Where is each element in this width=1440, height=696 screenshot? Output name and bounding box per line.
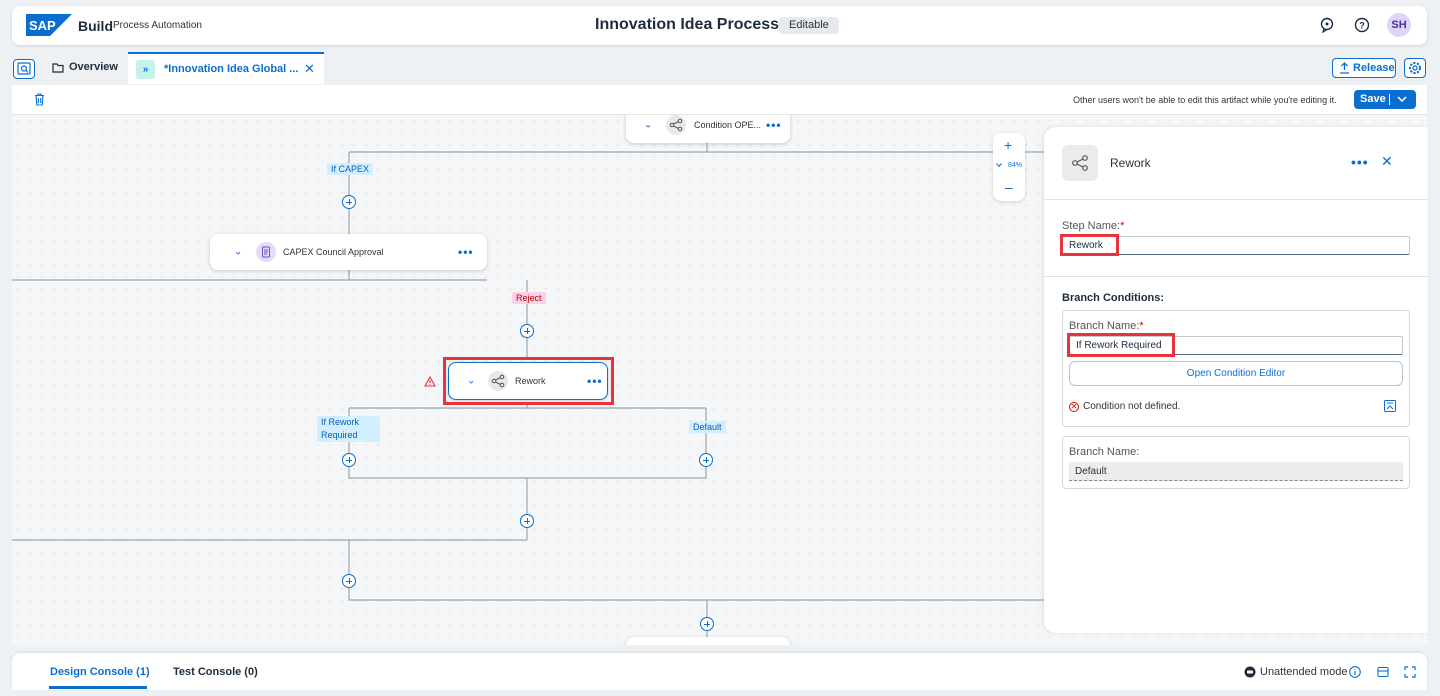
panel-title: Rework (1110, 156, 1151, 170)
save-separator (1389, 94, 1390, 105)
divider (1044, 199, 1428, 200)
tab-overview[interactable]: Overview (69, 61, 118, 73)
add-step-button[interactable] (520, 514, 534, 528)
condition-details-icon[interactable] (1383, 399, 1397, 413)
tab-innovation-idea-global[interactable]: » *Innovation Idea Global ... ✕ (128, 52, 324, 84)
lock-message: Other users won't be able to edit this a… (1073, 95, 1337, 105)
node-label: CAPEX Council Approval (283, 247, 384, 257)
step-name-label: Step Name:* (1062, 220, 1125, 232)
tab-test-console[interactable]: Test Console (0) (173, 666, 258, 678)
close-icon[interactable]: ✕ (1381, 153, 1393, 170)
tab-design-console[interactable]: Design Console (1) (50, 666, 150, 678)
add-step-button[interactable] (520, 324, 534, 338)
tab-bar: Overview » *Innovation Idea Global ... ✕… (0, 52, 1440, 84)
folder-icon (52, 63, 64, 73)
highlight-box (443, 357, 614, 405)
branch-name-label: Branch Name: (1069, 446, 1140, 458)
release-button[interactable]: Release (1332, 58, 1396, 78)
condition-error-text: Condition not defined. (1083, 401, 1181, 412)
branch-name-readonly: Default (1069, 462, 1403, 481)
page-title: Innovation Idea Process (595, 16, 780, 33)
info-icon[interactable] (1349, 666, 1361, 678)
brand-subtitle: Process Automation (113, 20, 202, 31)
add-step-button[interactable] (342, 453, 356, 467)
zoom-control: + 84% – (993, 133, 1025, 201)
properties-panel: Rework ••• ✕ Step Name:* Rework Branch C… (1044, 127, 1428, 633)
more-icon[interactable]: ••• (766, 118, 782, 132)
branch-group-2: Branch Name: Default (1062, 436, 1410, 489)
fullscreen-icon[interactable] (1404, 666, 1416, 678)
branch-conditions-heading: Branch Conditions: (1062, 292, 1165, 304)
node-condition-opex[interactable]: ⌄ Condition OPE... ••• (626, 115, 790, 143)
delete-icon[interactable] (34, 93, 45, 106)
branch-label-reject[interactable]: Reject (512, 292, 546, 304)
error-icon: ✕ (1069, 402, 1079, 412)
settings-button[interactable] (1404, 58, 1426, 78)
more-icon[interactable]: ••• (1351, 154, 1369, 170)
chevron-down-icon[interactable] (1397, 96, 1407, 103)
warning-icon[interactable] (424, 376, 436, 387)
svg-text:?: ? (1359, 21, 1365, 31)
status-badge: Editable (779, 17, 839, 34)
close-icon[interactable]: ✕ (304, 61, 315, 77)
chevron-down-icon[interactable]: ⌄ (234, 247, 242, 258)
branch-group-1: Branch Name:* If Rework Required Open Co… (1062, 310, 1410, 427)
add-step-button[interactable] (699, 453, 713, 467)
gear-icon (1409, 62, 1421, 74)
save-label: Save (1360, 93, 1386, 105)
sap-logo[interactable]: SAP (26, 14, 72, 36)
highlight-box (1067, 333, 1175, 357)
upload-icon (1340, 62, 1349, 74)
zoom-in-button[interactable]: + (1004, 137, 1012, 153)
condition-icon (669, 118, 683, 132)
add-step-button[interactable] (342, 574, 356, 588)
branch-label-if-rework[interactable]: If Rework Required (317, 416, 380, 442)
chevron-down-icon[interactable]: ⌄ (644, 120, 652, 131)
open-condition-editor-button[interactable]: Open Condition Editor (1069, 361, 1403, 386)
step-type-icon (1062, 145, 1098, 181)
robot-icon (1244, 666, 1256, 678)
approval-form-icon (256, 242, 276, 262)
feedback-icon[interactable] (1319, 17, 1335, 33)
process-icon: » (136, 60, 155, 79)
add-step-button[interactable] (342, 195, 356, 209)
branch-icon (666, 115, 686, 135)
search-icon (17, 62, 31, 75)
condition-icon (1072, 155, 1088, 171)
unattended-mode-label: Unattended mode (1260, 666, 1348, 678)
branch-label-if-capex[interactable]: If CAPEX (327, 163, 374, 175)
highlight-box (1060, 234, 1119, 256)
zoom-out-button[interactable]: – (1005, 179, 1013, 195)
divider (1044, 276, 1428, 277)
help-icon[interactable]: ? (1354, 17, 1370, 33)
editor-toolbar: Other users won't be able to edit this a… (12, 85, 1427, 115)
chevron-down-icon[interactable] (996, 163, 1002, 168)
branch-label-default[interactable]: Default (689, 421, 726, 433)
branch-name-label: Branch Name:* (1069, 320, 1144, 332)
search-artifacts-button[interactable] (13, 59, 35, 79)
active-tab-indicator (49, 686, 147, 689)
user-avatar[interactable]: SH (1387, 13, 1411, 37)
release-label: Release (1353, 62, 1395, 74)
brand-name: Build (78, 18, 113, 34)
shell-bar: SAP Build Process Automation Innovation … (12, 6, 1427, 45)
node-label: Condition OPE... (694, 120, 762, 130)
save-button[interactable]: Save (1354, 90, 1416, 109)
add-step-button[interactable] (700, 617, 714, 631)
more-icon[interactable]: ••• (458, 245, 474, 259)
panel-toggle-icon[interactable] (1377, 666, 1389, 678)
node-capex-council-approval[interactable]: ⌄ CAPEX Council Approval ••• (210, 234, 487, 270)
form-icon (262, 246, 270, 258)
zoom-level: 84% (1008, 162, 1023, 169)
svg-text:SAP: SAP (29, 18, 56, 33)
tab-label: *Innovation Idea Global ... (164, 63, 299, 75)
node-next[interactable] (626, 637, 790, 645)
console-bar: Design Console (1) Test Console (0) Unat… (12, 653, 1427, 690)
